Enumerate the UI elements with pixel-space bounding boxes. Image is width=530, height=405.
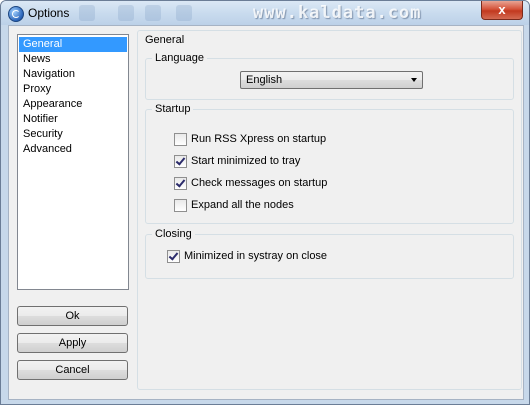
run-on-startup-label: Run RSS Xpress on startup <box>191 133 327 145</box>
nav-item-general[interactable]: General <box>19 37 127 52</box>
background-toolbar-icon <box>145 5 161 21</box>
start-minimized-label: Start minimized to tray <box>191 155 301 167</box>
closing-legend: Closing <box>152 228 195 240</box>
general-settings-panel: General Language English Startup Run RSS… <box>137 30 522 390</box>
minimize-on-close-label: Minimized in systray on close <box>184 250 328 262</box>
title-bar[interactable]: Options www.kaldata.com x <box>1 1 529 25</box>
category-list[interactable]: General News Navigation Proxy Appearance… <box>17 34 129 290</box>
background-toolbar-icon <box>118 5 134 21</box>
nav-item-security[interactable]: Security <box>19 127 127 142</box>
start-minimized-checkbox[interactable] <box>174 155 187 168</box>
watermark: www.kaldata.com <box>253 3 422 23</box>
apply-button[interactable]: Apply <box>17 333 128 353</box>
language-select[interactable]: English <box>240 71 423 89</box>
expand-nodes-label: Expand all the nodes <box>191 199 294 211</box>
cancel-button[interactable]: Cancel <box>17 360 128 380</box>
run-on-startup-checkbox[interactable] <box>174 133 187 146</box>
language-legend: Language <box>152 52 207 64</box>
nav-item-appearance[interactable]: Appearance <box>19 97 127 112</box>
window-title: Options <box>28 6 70 20</box>
nav-item-navigation[interactable]: Navigation <box>19 67 127 82</box>
panel-title: General <box>145 34 185 46</box>
nav-item-advanced[interactable]: Advanced <box>19 142 127 157</box>
options-window: Options www.kaldata.com x General News N… <box>0 0 530 405</box>
nav-item-notifier[interactable]: Notifier <box>19 112 127 127</box>
nav-item-news[interactable]: News <box>19 52 127 67</box>
check-messages-label: Check messages on startup <box>191 177 328 189</box>
startup-legend: Startup <box>152 103 194 115</box>
expand-nodes-checkbox[interactable] <box>174 199 187 212</box>
background-toolbar-icon <box>176 5 192 21</box>
minimize-on-close-checkbox[interactable] <box>167 250 180 263</box>
background-toolbar-icon <box>79 5 95 21</box>
chevron-down-icon <box>411 78 417 82</box>
startup-group: Startup Run RSS Xpress on startup Start … <box>145 103 514 224</box>
closing-group: Closing Minimized in systray on close <box>145 228 514 279</box>
ok-button[interactable]: Ok <box>17 306 128 326</box>
close-button[interactable]: x <box>481 1 523 20</box>
app-icon[interactable] <box>8 6 24 22</box>
nav-item-proxy[interactable]: Proxy <box>19 82 127 97</box>
check-messages-checkbox[interactable] <box>174 177 187 190</box>
dialog-client-area: General News Navigation Proxy Appearance… <box>8 25 524 400</box>
language-value: English <box>246 74 283 86</box>
language-group: Language English <box>145 52 514 100</box>
